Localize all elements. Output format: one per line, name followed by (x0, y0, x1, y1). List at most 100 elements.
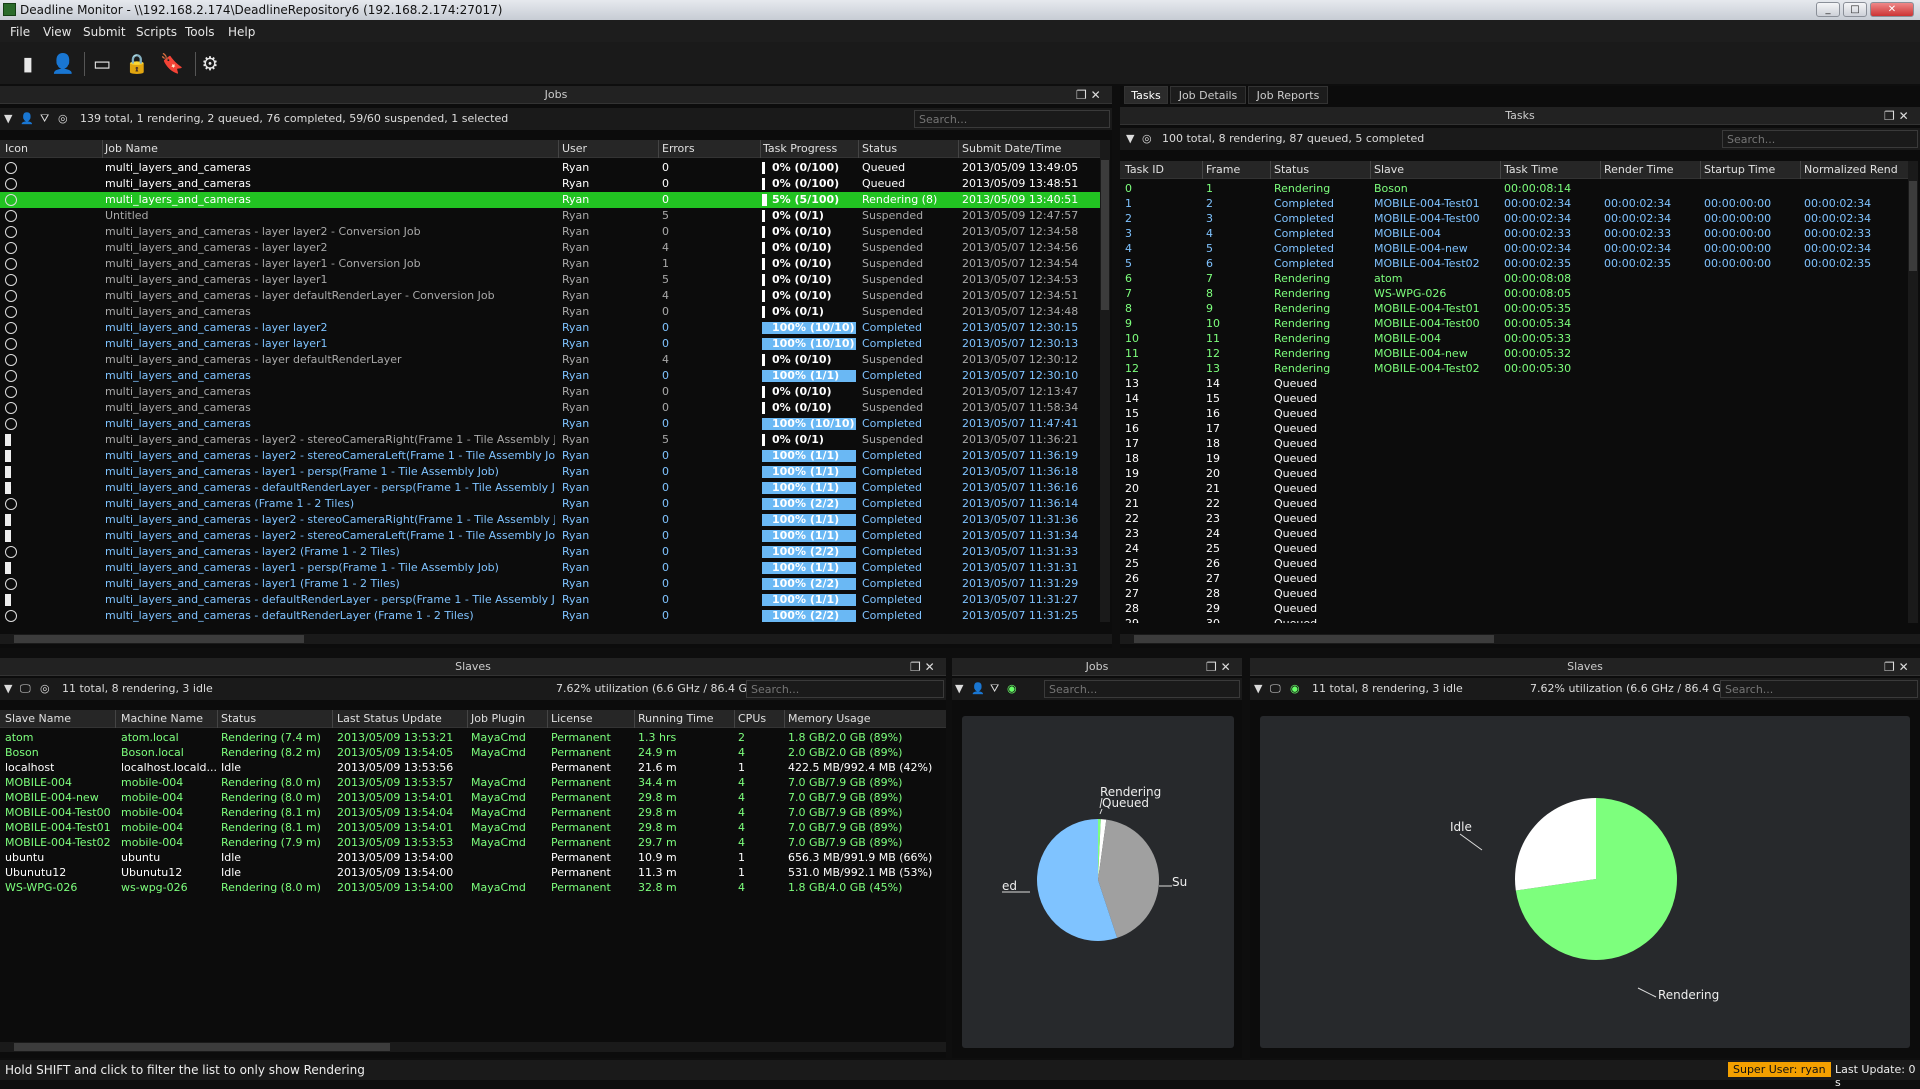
table-row[interactable]: 24 25 Queued (1120, 541, 1908, 556)
menu-help[interactable]: Help (228, 25, 255, 39)
table-row[interactable]: 16 17 Queued (1120, 421, 1908, 436)
slaves-horizontal-scrollbar[interactable] (0, 1042, 946, 1052)
table-row[interactable]: multi_layers_and_cameras Ryan 0 Completed 20… (0, 368, 1100, 384)
table-row[interactable]: 12 13 Rendering MOBILE-004-Test02 00:00:05:3… (1120, 361, 1908, 376)
table-row[interactable]: multi_layers_and_cameras - layer2 - ster… (0, 512, 1100, 528)
table-row[interactable]: 1 2 Completed MOBILE-004-Test01 00:00:02:34 0… (1120, 196, 1908, 211)
gear-icon[interactable]: ⚙ (198, 52, 222, 76)
jobs-pie-chart[interactable]: RenderingQueuedSued (962, 716, 1234, 1048)
table-row[interactable]: MOBILE-004-new mobile-004 Rendering (8.0 m… (0, 790, 946, 805)
col-task-progress[interactable]: Task Progress (763, 142, 837, 155)
table-row[interactable]: 18 19 Queued (1120, 451, 1908, 466)
jobs-horizontal-scrollbar[interactable] (0, 634, 1112, 644)
float-icon[interactable]: ❐ (1884, 660, 1895, 674)
col-cpus[interactable]: CPUs (738, 712, 766, 725)
col-memory-usage[interactable]: Memory Usage (788, 712, 871, 725)
table-row[interactable]: 4 5 Completed MOBILE-004-new 00:00:02:34 00:0… (1120, 241, 1908, 256)
dropdown-icon[interactable]: ▼ (4, 108, 12, 130)
float-icon[interactable]: ❐ (910, 660, 921, 674)
user-filter-icon[interactable]: 👤 (971, 678, 985, 700)
table-row[interactable]: 22 23 Queued (1120, 511, 1908, 526)
table-row[interactable]: 15 16 Queued (1120, 406, 1908, 421)
table-row[interactable]: localhost localhost.locald... Idle 2013/05/… (0, 760, 946, 775)
col-startup-time[interactable]: Startup Time (1704, 163, 1775, 176)
tab-job-reports[interactable]: Job Reports (1248, 86, 1328, 104)
jobs-pie-search-input[interactable] (1044, 680, 1240, 698)
minimize-button[interactable]: _ (1816, 2, 1840, 17)
pin-icon[interactable]: ◉ (1007, 678, 1017, 700)
table-row[interactable]: multi_layers_and_cameras - layer layer1 … (0, 256, 1100, 272)
pin-icon[interactable]: ◎ (40, 678, 50, 700)
maximize-button[interactable]: □ (1843, 2, 1867, 17)
col-running-time[interactable]: Running Time (638, 712, 714, 725)
table-row[interactable]: 0 1 Rendering Boson 00:00:08:14 (1120, 181, 1908, 196)
table-row[interactable]: multi_layers_and_cameras Ryan 0 Completed 20… (0, 416, 1100, 432)
table-row[interactable]: multi_layers_and_cameras - layer layer2 R… (0, 240, 1100, 256)
table-row[interactable]: MOBILE-004 mobile-004 Rendering (8.0 m) 201… (0, 775, 946, 790)
lock-icon[interactable]: 🔒 (125, 52, 149, 76)
col-task-id[interactable]: Task ID (1125, 163, 1164, 176)
table-row[interactable]: multi_layers_and_cameras - defaultRender… (0, 608, 1100, 622)
table-row[interactable]: 21 22 Queued (1120, 496, 1908, 511)
table-row[interactable]: multi_layers_and_cameras - defaultRender… (0, 592, 1100, 608)
table-row[interactable]: multi_layers_and_cameras - layer2 - ster… (0, 528, 1100, 544)
monitor-icon[interactable]: 🖵 (20, 678, 31, 700)
table-row[interactable]: 6 7 Rendering atom 00:00:08:08 (1120, 271, 1908, 286)
table-row[interactable]: multi_layers_and_cameras - layer1 (Frame… (0, 576, 1100, 592)
menu-view[interactable]: View (43, 25, 71, 39)
col-render-time[interactable]: Render Time (1604, 163, 1674, 176)
table-row[interactable]: multi_layers_and_cameras - layer2 - ster… (0, 448, 1100, 464)
menu-submit[interactable]: Submit (83, 25, 126, 39)
job-list-icon[interactable]: ▮ (16, 52, 40, 76)
jobs-vertical-scrollbar[interactable] (1100, 140, 1110, 622)
dropdown-icon[interactable]: ▼ (4, 678, 12, 700)
menu-scripts[interactable]: Scripts (136, 25, 177, 39)
table-row[interactable]: Untitled Ryan 5 Suspended 2013/05/09 12:47:5… (0, 208, 1100, 224)
table-row[interactable]: 5 6 Completed MOBILE-004-Test02 00:00:02:35 0… (1120, 256, 1908, 271)
table-row[interactable]: 23 24 Queued (1120, 526, 1908, 541)
pie-slice-idle[interactable] (1515, 798, 1596, 891)
table-row[interactable]: multi_layers_and_cameras - layer layer2 … (0, 224, 1100, 240)
tasks-search-input[interactable] (1722, 130, 1918, 148)
table-row[interactable]: 29 30 Queued (1120, 616, 1908, 623)
table-row[interactable]: 9 10 Rendering MOBILE-004-Test00 00:00:05:34 (1120, 316, 1908, 331)
table-row[interactable]: multi_layers_and_cameras - defaultRender… (0, 480, 1100, 496)
table-row[interactable]: 10 11 Rendering MOBILE-004 00:00:05:33 (1120, 331, 1908, 346)
table-row[interactable]: multi_layers_and_cameras - layer1 - pers… (0, 560, 1100, 576)
table-row[interactable]: multi_layers_and_cameras - layer layer1 R… (0, 272, 1100, 288)
table-row[interactable]: 25 26 Queued (1120, 556, 1908, 571)
col-task-time[interactable]: Task Time (1504, 163, 1558, 176)
col-last-status-update[interactable]: Last Status Update (337, 712, 442, 725)
table-row[interactable]: 28 29 Queued (1120, 601, 1908, 616)
table-row[interactable]: multi_layers_and_cameras (Frame 1 - 2 Ti… (0, 496, 1100, 512)
tab-job-details[interactable]: Job Details (1170, 86, 1246, 104)
table-row[interactable]: 7 8 Rendering WS-WPG-026 00:00:08:05 (1120, 286, 1908, 301)
dropdown-icon[interactable]: ▼ (1254, 678, 1262, 700)
close-icon[interactable]: ✕ (1899, 109, 1909, 123)
table-row[interactable]: 3 4 Completed MOBILE-004 00:00:02:33 00:00:02… (1120, 226, 1908, 241)
table-row[interactable]: Ubunutu12 Ubunutu12 Idle 2013/05/09 13:54:0… (0, 865, 946, 880)
tasks-vertical-scrollbar[interactable] (1908, 161, 1918, 623)
user-icon[interactable]: 👤 (51, 52, 75, 76)
table-row[interactable]: multi_layers_and_cameras - layer2 (Frame… (0, 544, 1100, 560)
table-row[interactable]: MOBILE-004-Test01 mobile-004 Rendering (8.… (0, 820, 946, 835)
table-row[interactable]: multi_layers_and_cameras Ryan 0 Queued 2013/… (0, 176, 1100, 192)
table-row[interactable]: 14 15 Queued (1120, 391, 1908, 406)
jobs-search-input[interactable] (914, 110, 1110, 128)
dropdown-icon[interactable]: ▼ (1126, 128, 1134, 150)
table-row[interactable]: ubuntu ubuntu Idle 2013/05/09 13:54:00 Perma… (0, 850, 946, 865)
table-row[interactable]: Boson Boson.local Rendering (8.2 m) 2013/05… (0, 745, 946, 760)
table-row[interactable]: 11 12 Rendering MOBILE-004-new 00:00:05:32 (1120, 346, 1908, 361)
table-row[interactable]: multi_layers_and_cameras Ryan 0 Suspended 20… (0, 384, 1100, 400)
monitor-icon[interactable]: 🖵 (1270, 678, 1281, 700)
table-row[interactable]: 20 21 Queued (1120, 481, 1908, 496)
table-row[interactable]: 26 27 Queued (1120, 571, 1908, 586)
table-row[interactable]: MOBILE-004-Test02 mobile-004 Rendering (7.… (0, 835, 946, 850)
close-icon[interactable]: ✕ (1899, 660, 1909, 674)
col-normalized-render[interactable]: Normalized Rend (1804, 163, 1898, 176)
table-row[interactable]: multi_layers_and_cameras - layer2 - ster… (0, 432, 1100, 448)
user-filter-icon[interactable]: 👤 (20, 108, 34, 130)
col-user[interactable]: User (562, 142, 587, 155)
slaves-pie-search-input[interactable] (1720, 680, 1918, 698)
table-row[interactable]: WS-WPG-026 ws-wpg-026 Rendering (8.0 m) 201… (0, 880, 946, 895)
